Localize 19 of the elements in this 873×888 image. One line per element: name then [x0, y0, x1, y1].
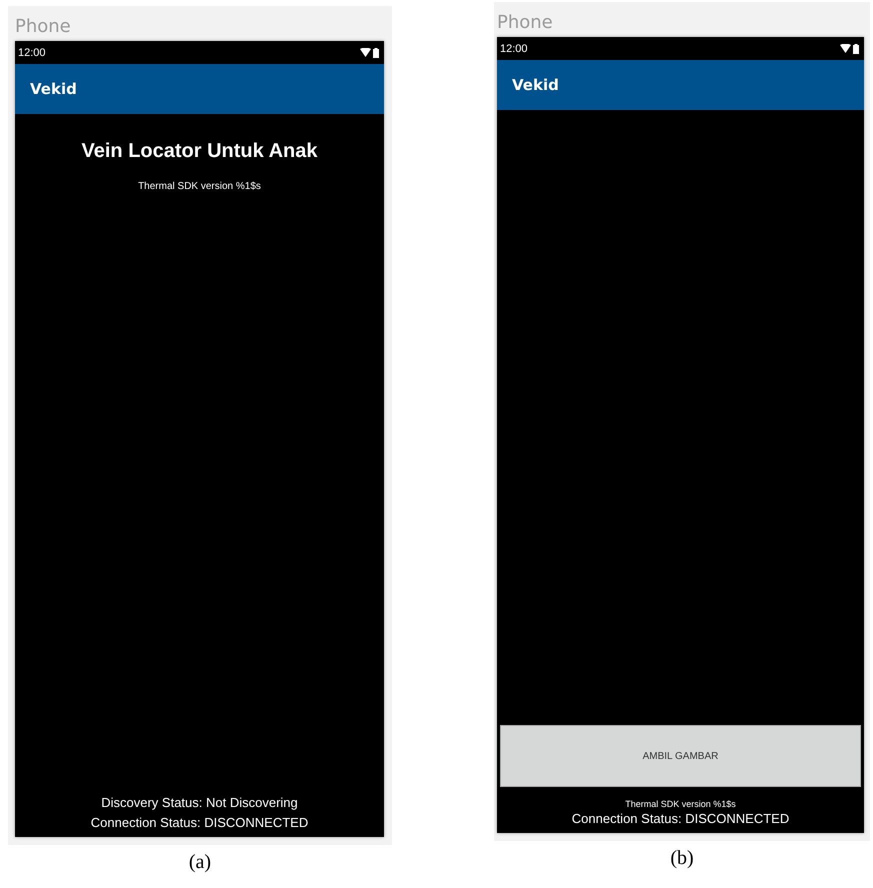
screen-heading: Vein Locator Untuk Anak — [82, 140, 318, 163]
wifi-icon — [360, 48, 371, 57]
capture-button[interactable]: AMBIL GAMBAR — [500, 725, 861, 787]
status-text: Discovery Status: Not Discovering — [101, 794, 298, 812]
clock-text: 12:00 — [18, 46, 46, 58]
device-label: Phone — [15, 15, 72, 39]
app-title: Vekid — [512, 76, 559, 94]
status-text: Connection Status: DISCONNECTED — [90, 814, 308, 832]
device-label: Phone — [497, 11, 554, 35]
status-text: Connection Status: DISCONNECTED — [572, 810, 790, 828]
figure-caption: (a) — [188, 851, 212, 874]
version-text: Thermal SDK version %1$s — [625, 799, 736, 809]
battery-icon — [373, 48, 379, 58]
battery-icon — [853, 44, 859, 54]
wifi-icon — [840, 44, 851, 53]
app-title: Vekid — [30, 80, 77, 98]
version-text: Thermal SDK version %1$s — [138, 181, 261, 192]
clock-text: 12:00 — [500, 42, 528, 54]
figure-caption: (b) — [670, 847, 694, 870]
